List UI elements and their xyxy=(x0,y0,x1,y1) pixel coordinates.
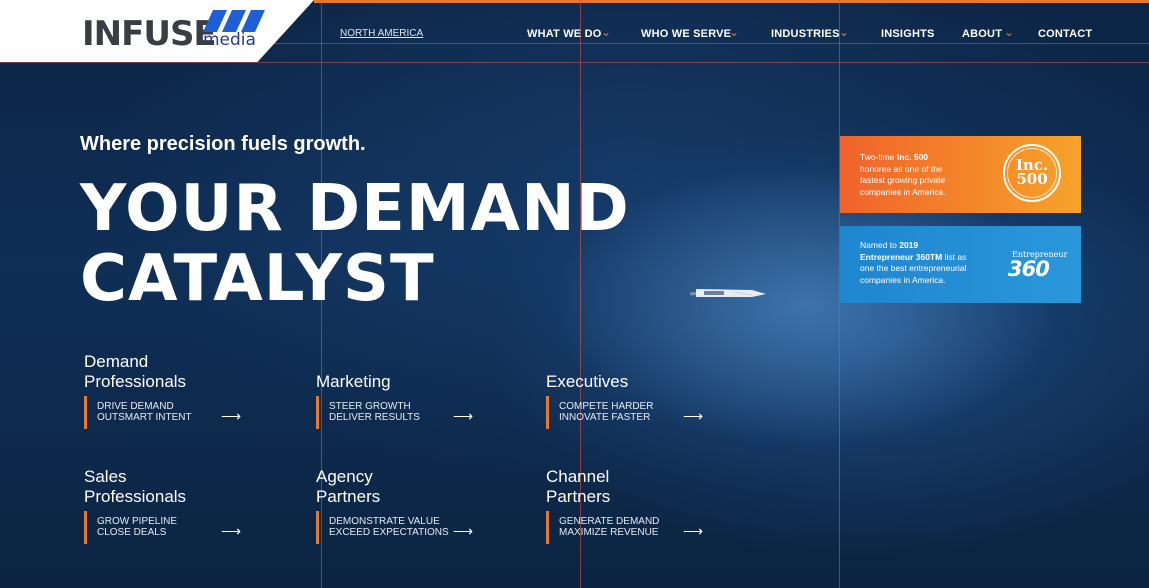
region-selector-link[interactable]: NORTH AMERICA xyxy=(340,28,423,39)
nav-insights[interactable]: INSIGHTS xyxy=(881,28,935,40)
chevron-down-icon[interactable]: ⌄ xyxy=(839,25,849,39)
award-text-part: honoree as one of the xyxy=(860,163,943,174)
audience-marketing[interactable]: Marketing STEER GROWTH DELIVER RESULTS ⟶ xyxy=(316,352,506,432)
nav-who-we-serve[interactable]: WHO WE SERVE xyxy=(641,28,731,40)
audience-line: COMPETE HARDER xyxy=(559,401,654,412)
chevron-down-icon[interactable]: ⌄ xyxy=(601,25,611,39)
audience-sales-professionals[interactable]: Sales Professionals GROW PIPELINE CLOSE … xyxy=(84,467,274,547)
hero-title: YOUR DEMAND CATALYST xyxy=(80,174,630,314)
award-text-part: Two-time xyxy=(860,152,897,162)
award-text-part: one the best entrepreneurial xyxy=(860,263,967,273)
inc500-award-text: Two-time Inc. 500 honoree as one of the … xyxy=(860,152,946,198)
audience-title: Sales xyxy=(84,467,127,486)
award-text-part: Named to xyxy=(860,240,900,250)
award-text-bold: 2019 xyxy=(899,240,919,250)
seal-text-number: 500 xyxy=(1016,170,1048,188)
nav-industries[interactable]: INDUSTRIES xyxy=(771,28,840,40)
audience-title: Professionals xyxy=(84,487,187,506)
chevron-down-icon[interactable]: ⌄ xyxy=(729,25,739,39)
top-accent-strip xyxy=(314,0,1149,3)
audience-line: STEER GROWTH xyxy=(329,401,411,412)
audience-line: OUTSMART INTENT xyxy=(97,412,192,423)
arrow-right-icon[interactable]: ⟶ xyxy=(221,408,241,425)
audience-line: DRIVE DEMAND xyxy=(97,401,174,412)
audience-line: MAXIMIZE REVENUE xyxy=(559,527,659,538)
arrow-right-icon[interactable]: ⟶ xyxy=(453,408,473,425)
layout-guide-line xyxy=(0,62,1149,63)
entrepreneur-360-logo: 360 xyxy=(1008,257,1050,281)
audience-line: DEMONSTRATE VALUE xyxy=(329,516,440,527)
hero-title-line: YOUR DEMAND xyxy=(80,172,630,246)
audience-accent-bar xyxy=(546,511,549,544)
audience-title: Demand xyxy=(84,352,149,371)
audience-accent-bar xyxy=(546,396,549,429)
brand-stripes-icon xyxy=(203,10,265,32)
audience-accent-bar xyxy=(84,511,87,544)
audience-title: Agency xyxy=(316,467,373,486)
arrow-right-icon[interactable]: ⟶ xyxy=(683,523,703,540)
arrow-right-icon[interactable]: ⟶ xyxy=(453,523,473,540)
audience-title: Partners xyxy=(316,487,381,506)
brand-logo-text[interactable]: INFUSE xyxy=(82,14,217,54)
award-text-bold: Entrepreneur 360TM xyxy=(860,251,943,262)
award-text-part: list as xyxy=(942,251,967,262)
nav-what-we-do[interactable]: WHAT WE DO xyxy=(527,28,602,40)
audience-line: GENERATE DEMAND xyxy=(559,516,660,527)
audience-channel-partners[interactable]: Channel Partners GENERATE DEMAND MAXIMIZ… xyxy=(546,467,736,547)
arrow-right-icon[interactable]: ⟶ xyxy=(221,523,241,540)
audience-line: DELIVER RESULTS xyxy=(329,412,420,423)
audience-line: INNOVATE FASTER xyxy=(559,412,651,423)
audience-title: Marketing xyxy=(316,372,391,391)
arrow-right-icon[interactable]: ⟶ xyxy=(683,408,703,425)
entrepreneur360-award-text: Named to 2019 Entrepreneur 360TM list as… xyxy=(860,240,966,286)
audience-accent-bar xyxy=(316,396,319,429)
award-text-bold: Inc. 500 xyxy=(896,152,929,162)
hero-title-line: CATALYST xyxy=(80,242,435,316)
award-text-part: companies in America. xyxy=(860,274,946,285)
audience-line: CLOSE DEALS xyxy=(97,527,167,538)
nav-contact[interactable]: CONTACT xyxy=(1038,28,1092,40)
audience-title: Professionals xyxy=(84,372,187,391)
award-text-part: companies in America. xyxy=(860,186,946,197)
audience-line: EXCEED EXPECTATIONS xyxy=(329,527,449,538)
sailboat-image xyxy=(690,289,766,297)
chevron-down-icon[interactable]: ⌄ xyxy=(1004,25,1014,39)
audience-accent-bar xyxy=(84,396,87,429)
inc500-seal-text: Inc. 500 xyxy=(1009,158,1055,188)
hero-tagline: Where precision fuels growth. xyxy=(80,133,366,155)
audience-demand-professionals[interactable]: Demand Professionals DRIVE DEMAND OUTSMA… xyxy=(84,352,274,432)
nav-about[interactable]: ABOUT xyxy=(962,28,1002,40)
audience-line: GROW PIPELINE xyxy=(97,516,178,527)
audience-title: Executives xyxy=(546,372,629,391)
audience-accent-bar xyxy=(316,511,319,544)
audience-title: Partners xyxy=(546,487,611,506)
audience-executives[interactable]: Executives COMPETE HARDER INNOVATE FASTE… xyxy=(546,352,736,432)
audience-title: Channel xyxy=(546,467,610,486)
award-text-part: fastest growing private xyxy=(860,175,946,185)
brand-logo-sub: media xyxy=(203,30,256,50)
audience-agency-partners[interactable]: Agency Partners DEMONSTRATE VALUE EXCEED… xyxy=(316,467,506,547)
